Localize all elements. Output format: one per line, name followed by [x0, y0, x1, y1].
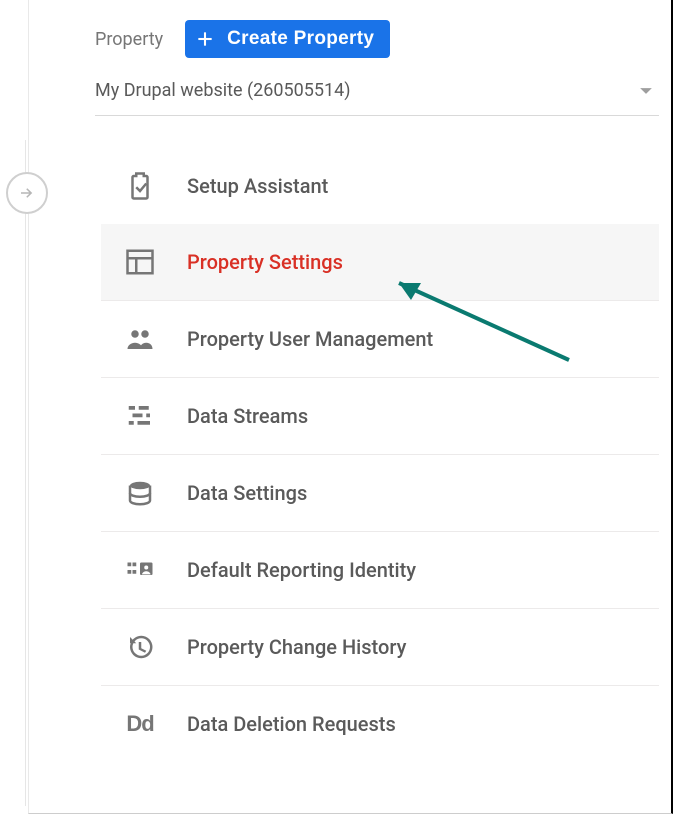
- menu-item-setup-assistant[interactable]: Setup Assistant: [101, 148, 659, 224]
- create-property-button[interactable]: Create Property: [185, 20, 390, 58]
- menu-item-label: Property User Management: [187, 327, 433, 351]
- database-icon: [121, 478, 159, 508]
- history-icon: [121, 632, 159, 662]
- menu-item-label: Property Settings: [187, 250, 343, 274]
- create-property-label: Create Property: [227, 28, 374, 50]
- menu-item-label: Data Settings: [187, 481, 307, 505]
- arrow-right-icon: [18, 184, 36, 202]
- expand-panel-button[interactable]: [6, 172, 48, 214]
- menu-item-label: Setup Assistant: [187, 174, 328, 198]
- menu-item-label: Default Reporting Identity: [187, 558, 416, 582]
- menu-item-user-management[interactable]: Property User Management: [101, 301, 659, 378]
- property-column: Property Create Property My Drupal websi…: [28, 0, 673, 814]
- menu-item-default-reporting-identity[interactable]: Default Reporting Identity: [101, 532, 659, 609]
- data-streams-icon: [121, 401, 159, 431]
- menu-item-property-settings[interactable]: Property Settings: [101, 224, 659, 301]
- users-icon: [121, 324, 159, 354]
- column-label: Property: [95, 29, 163, 50]
- selected-property-text: My Drupal website (260505514): [95, 80, 351, 101]
- menu-item-data-settings[interactable]: Data Settings: [101, 455, 659, 532]
- property-header: Property Create Property: [29, 0, 671, 70]
- clipboard-check-icon: [121, 171, 159, 201]
- menu-item-label: Property Change History: [187, 635, 406, 659]
- dd-icon: Dd: [121, 711, 159, 737]
- menu-item-data-deletion-requests[interactable]: Dd Data Deletion Requests: [101, 686, 659, 762]
- property-menu: Setup Assistant Property Settings Proper…: [101, 148, 659, 762]
- menu-item-label: Data Streams: [187, 404, 308, 428]
- property-selector[interactable]: My Drupal website (260505514): [95, 74, 659, 116]
- gutter-divider: [25, 140, 26, 806]
- identity-icon: [121, 555, 159, 585]
- chevron-down-icon: [639, 81, 653, 100]
- menu-item-change-history[interactable]: Property Change History: [101, 609, 659, 686]
- menu-item-label: Data Deletion Requests: [187, 712, 396, 736]
- menu-item-data-streams[interactable]: Data Streams: [101, 378, 659, 455]
- layout-icon: [121, 247, 159, 277]
- plus-icon: [195, 29, 215, 49]
